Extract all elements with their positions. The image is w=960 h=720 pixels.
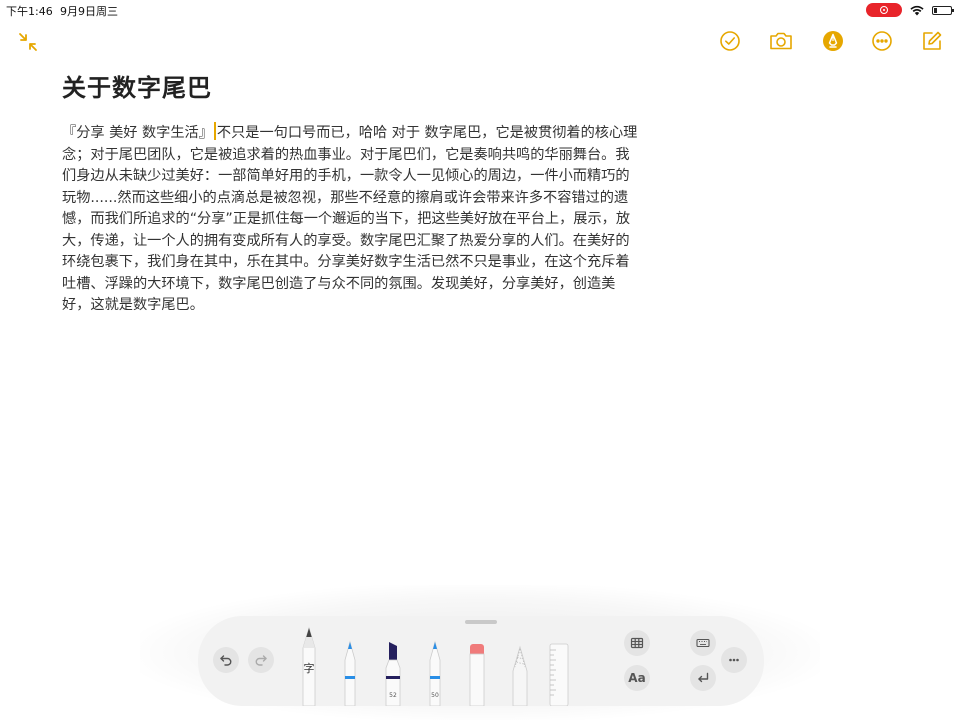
ruler-tool[interactable] [548,642,570,707]
pencil-size-label: 50 [431,692,439,699]
marker-size-label: 52 [389,692,397,699]
collapse-icon[interactable] [16,30,40,54]
status-date: 9月9日周三 [60,5,118,18]
note-body-text: 不只是一句口号而已，哈哈 对于 数字尾巴，它是被贯彻着的核心理念；对于尾巴团队，… [62,125,638,313]
pen-tool[interactable] [340,640,360,707]
battery-icon [932,5,954,15]
pencil-tool[interactable]: 50 [425,640,445,707]
return-icon[interactable] [690,665,716,691]
checklist-icon[interactable] [718,29,742,53]
status-bar: 下午1:46 9月9日周三 [0,0,960,20]
wifi-icon [910,5,924,15]
keyboard-icon[interactable] [690,630,716,656]
note-body-text-start: 『分享 美好 数字生活』 [62,125,213,141]
camera-icon[interactable] [769,29,793,53]
toolbar-more-icon[interactable] [721,647,747,673]
handwriting-label: 字 [303,662,315,675]
format-button[interactable]: Aa [624,665,650,691]
lasso-tool[interactable] [510,645,530,707]
handwriting-pencil-tool[interactable]: 字 [296,626,322,707]
note-body[interactable]: 『分享 美好 数字生活』 不只是一句口号而已，哈哈 对于 数字尾巴，它是被贯彻着的… [62,122,638,317]
eraser-tool[interactable] [467,642,487,707]
text-cursor [213,122,216,140]
status-indicators [866,3,954,17]
table-icon[interactable] [624,630,650,656]
redo-icon[interactable] [248,647,274,673]
undo-icon[interactable] [213,647,239,673]
note-title[interactable]: 关于数字尾巴 [62,68,212,103]
more-icon[interactable] [870,29,894,53]
toolbar-grabber[interactable] [465,620,497,624]
compose-icon[interactable] [920,29,944,53]
markup-icon[interactable] [821,29,845,53]
marker-tool[interactable]: 52 [382,640,404,707]
status-time: 下午1:46 [6,5,53,18]
screen-record-icon[interactable] [866,3,902,17]
